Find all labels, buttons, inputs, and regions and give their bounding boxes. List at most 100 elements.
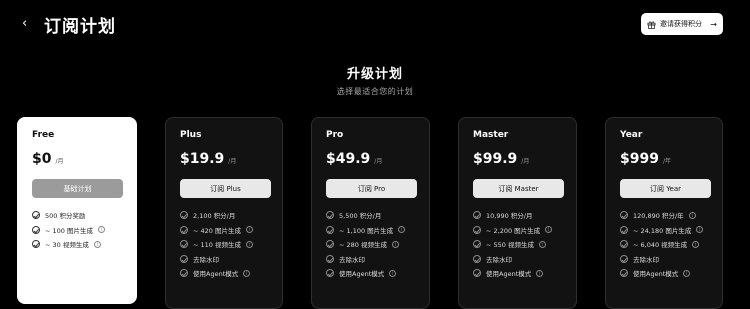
feature-text: ~ 100 图片生成 xyxy=(45,226,93,235)
info-icon[interactable]: i xyxy=(246,226,253,234)
plan-name: Master xyxy=(473,130,509,140)
hero-title: 升级计划 xyxy=(346,67,403,82)
plan-name: Free xyxy=(32,130,55,140)
check-circle-icon xyxy=(473,225,481,234)
feature-text: ~ 1,100 图片生成 xyxy=(339,226,394,235)
check-circle-icon xyxy=(180,225,188,234)
check-circle-icon xyxy=(180,240,188,249)
plan-name: Pro xyxy=(326,130,344,140)
plan-price: $49.9 xyxy=(326,151,371,167)
feature-item: 去除水印 xyxy=(180,252,268,267)
feature-item: 使用Agent模式 i xyxy=(620,266,708,281)
plan-price: $999 xyxy=(620,151,659,167)
feature-text: ~ 2,200 图片生成 xyxy=(486,226,541,235)
feature-text: 2,100 积分/月 xyxy=(193,212,236,221)
plan-card-master: Master $99.9 /月 订阅 Master 10,990 积分/月 ~ … xyxy=(458,117,577,309)
check-circle-icon xyxy=(620,269,628,278)
feature-text: ~ 6,040 视频生成 xyxy=(633,241,688,250)
plan-name: Year xyxy=(620,130,643,140)
info-icon[interactable]: i xyxy=(398,226,406,234)
price-row: $19.9 /月 xyxy=(180,151,268,167)
back-button[interactable]: ‹ xyxy=(22,15,36,33)
feature-item: ~ 280 视频生成 i xyxy=(326,237,415,252)
feature-text: ~ 420 图片生成 xyxy=(193,226,241,235)
plan-card-free: Free $0 /月 基础计划 500 积分奖励 ~ 100 图片生成 i ~ … xyxy=(17,117,137,304)
info-icon[interactable]: i xyxy=(246,240,253,248)
feature-text: ~ 24,180 图片生成 xyxy=(633,226,692,235)
feature-item: 去除水印 xyxy=(620,252,708,267)
check-circle-icon xyxy=(620,240,628,249)
plan-price: $19.9 xyxy=(180,151,225,167)
feature-item: 去除水印 xyxy=(326,252,415,267)
check-circle-icon xyxy=(620,225,628,234)
plan-card-year: Year $999 /年 订阅 Year 120,890 积分/年 i ~ 24… xyxy=(605,117,723,309)
feature-text: 使用Agent模式 xyxy=(486,270,532,279)
page-title: 订阅计划 xyxy=(44,17,116,37)
subscribe-pro-button[interactable]: 订阅 Pro xyxy=(326,179,417,198)
check-circle-icon xyxy=(180,211,188,220)
info-icon[interactable]: i xyxy=(688,211,696,219)
feature-text: ~ 30 视频生成 xyxy=(45,241,89,250)
info-icon[interactable]: i xyxy=(539,240,546,248)
info-icon[interactable]: i xyxy=(243,269,251,277)
plan-period: /月 xyxy=(228,158,237,165)
check-circle-icon xyxy=(473,211,481,220)
check-circle-icon xyxy=(32,240,40,249)
feature-item: ~ 1,100 图片生成 i xyxy=(326,223,415,238)
plan-period: /月 xyxy=(374,158,383,165)
invite-earn-credits-button[interactable]: 邀请获得积分 → xyxy=(641,13,723,35)
info-icon[interactable]: i xyxy=(683,269,691,277)
check-circle-icon xyxy=(620,211,628,220)
check-circle-icon xyxy=(326,240,334,249)
feature-item: 去除水印 xyxy=(473,252,562,267)
feature-item: 使用Agent模式 i xyxy=(326,266,415,281)
price-row: $99.9 /月 xyxy=(473,151,562,167)
feature-text: ~ 280 视频生成 xyxy=(339,241,387,250)
check-circle-icon xyxy=(620,254,628,263)
feature-item: 500 积分奖励 xyxy=(32,208,122,223)
plan-card-plus: Plus $19.9 /月 订阅 Plus 2,100 积分/月 ~ 420 图… xyxy=(165,117,283,309)
check-circle-icon xyxy=(473,254,481,263)
check-circle-icon xyxy=(473,240,481,249)
check-circle-icon xyxy=(473,269,481,278)
info-icon[interactable]: i xyxy=(389,269,397,277)
info-icon[interactable]: i xyxy=(692,240,700,248)
price-row: $999 /年 xyxy=(620,151,708,167)
info-icon[interactable]: i xyxy=(392,240,399,248)
check-circle-icon xyxy=(326,269,334,278)
feature-text: 使用Agent模式 xyxy=(193,270,239,279)
check-circle-icon xyxy=(32,211,40,220)
check-circle-icon xyxy=(180,254,188,263)
info-icon[interactable]: i xyxy=(536,269,544,277)
feature-text: 120,890 积分/年 xyxy=(633,212,684,221)
plan-price: $0 xyxy=(32,151,52,167)
feature-item: ~ 24,180 图片生成 i xyxy=(620,223,708,238)
plan-period: /月 xyxy=(55,158,64,165)
info-icon[interactable]: i xyxy=(545,226,553,234)
invite-label: 邀请获得积分 xyxy=(660,20,702,28)
plan-name: Plus xyxy=(180,130,202,140)
price-row: $49.9 /月 xyxy=(326,151,415,167)
feature-item: 120,890 积分/年 i xyxy=(620,208,708,223)
feature-item: 使用Agent模式 i xyxy=(180,266,268,281)
arrow-right-icon: → xyxy=(710,19,717,29)
subscribe-master-button[interactable]: 订阅 Master xyxy=(473,179,564,198)
info-icon[interactable]: i xyxy=(696,226,704,234)
feature-item: ~ 30 视频生成 i xyxy=(32,237,122,252)
subscribe-plus-button[interactable]: 订阅 Plus xyxy=(180,179,271,198)
info-icon[interactable]: i xyxy=(98,226,105,234)
feature-text: 去除水印 xyxy=(633,255,659,264)
feature-item: ~ 550 视频生成 i xyxy=(473,237,562,252)
feature-text: 5,500 积分/月 xyxy=(339,212,382,221)
subscribe-year-button[interactable]: 订阅 Year xyxy=(620,179,711,198)
chevron-left-icon: ‹ xyxy=(22,16,28,31)
plan-period: /月 xyxy=(521,158,530,165)
feature-text: 使用Agent模式 xyxy=(339,270,385,279)
price-row: $0 /月 xyxy=(32,151,122,167)
check-circle-icon xyxy=(326,225,334,234)
hero-subtitle: 选择最适合您的计划 xyxy=(336,87,414,96)
feature-item: ~ 100 图片生成 i xyxy=(32,223,122,238)
info-icon[interactable]: i xyxy=(93,240,101,248)
feature-item: 使用Agent模式 i xyxy=(473,266,562,281)
feature-text: ~ 110 视频生成 xyxy=(193,241,241,250)
